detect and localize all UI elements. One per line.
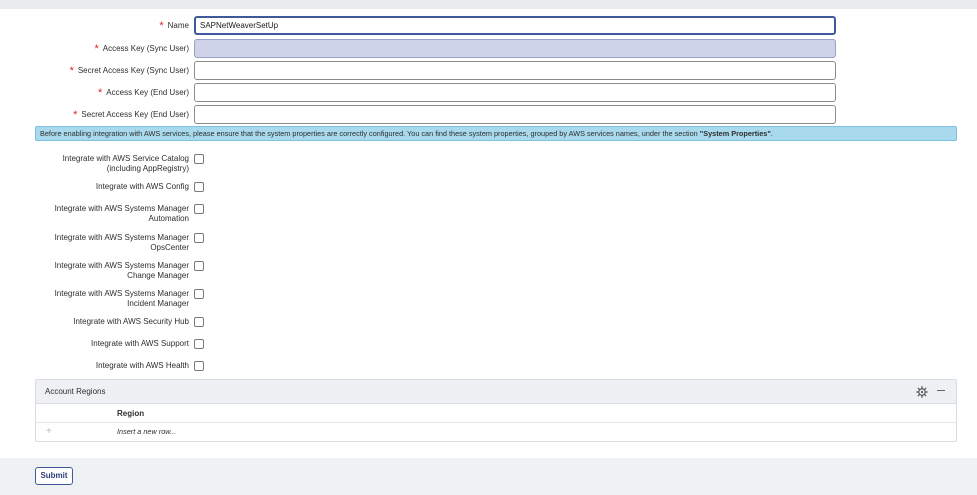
security-hub-checkbox[interactable] — [194, 317, 204, 327]
ssm-incident-manager-checkbox[interactable] — [194, 289, 204, 299]
required-marker: * — [73, 109, 78, 121]
name-input[interactable] — [194, 16, 836, 35]
integration-label: Integrate with AWS Support — [91, 339, 189, 348]
required-marker: * — [94, 43, 99, 55]
health-checkbox[interactable] — [194, 361, 204, 371]
integration-label: Integrate with AWS Systems Manager Automa… — [54, 204, 189, 223]
access-key-sync-label: * Access Key (Sync User) — [94, 43, 189, 55]
form-footer — [0, 458, 977, 495]
config-checkbox[interactable] — [194, 182, 204, 192]
required-marker: * — [98, 87, 103, 99]
ssm-change-manager-checkbox[interactable] — [194, 261, 204, 271]
column-header-row: Region — [36, 404, 956, 423]
required-marker: * — [159, 20, 164, 32]
required-marker: * — [69, 65, 74, 77]
top-bar — [0, 0, 977, 9]
integration-label: Integrate with AWS Systems Manager Change… — [54, 261, 189, 280]
gear-icon[interactable] — [916, 386, 928, 398]
access-key-sync-input[interactable] — [194, 39, 836, 58]
integration-label: Integrate with AWS Config — [95, 182, 189, 191]
field-row-access-key-end: * Access Key (End User) — [0, 83, 977, 102]
integration-label: Integrate with AWS Service Catalog (inclu… — [62, 154, 189, 173]
access-key-end-label: * Access Key (End User) — [98, 87, 189, 99]
integration-label: Integrate with AWS Health — [95, 361, 189, 370]
integration-label: Integrate with AWS Systems Manager Incide… — [54, 289, 189, 308]
access-key-end-input[interactable] — [194, 83, 836, 102]
integration-label: Integrate with AWS Security Hub — [73, 317, 189, 326]
field-row-secret-key-sync: * Secret Access Key (Sync User) — [0, 61, 977, 80]
insert-row[interactable]: + Insert a new row... — [36, 423, 956, 441]
related-list-header: Account Regions — [36, 380, 956, 404]
column-header-region[interactable]: Region — [117, 404, 144, 423]
service-catalog-checkbox[interactable] — [194, 154, 204, 164]
field-row-secret-key-end: * Secret Access Key (End User) — [0, 105, 977, 124]
submit-button[interactable]: Submit — [35, 467, 73, 485]
integration-label: Integrate with AWS Systems Manager OpsCen… — [54, 233, 189, 252]
insert-new-row-label[interactable]: Insert a new row... — [117, 423, 176, 441]
ssm-automation-checkbox[interactable] — [194, 204, 204, 214]
collapse-icon[interactable] — [937, 390, 945, 391]
secret-key-sync-label: * Secret Access Key (Sync User) — [69, 65, 189, 77]
secret-key-end-label: * Secret Access Key (End User) — [73, 109, 189, 121]
ssm-opscenter-checkbox[interactable] — [194, 233, 204, 243]
related-list-title: Account Regions — [45, 387, 106, 396]
secret-key-end-input[interactable] — [194, 105, 836, 124]
field-row-access-key-sync: * Access Key (Sync User) — [0, 39, 977, 58]
info-banner: Before enabling integration with AWS ser… — [35, 126, 957, 141]
field-row-name: * Name — [0, 16, 977, 35]
name-label: * Name — [159, 20, 189, 32]
secret-key-sync-input[interactable] — [194, 61, 836, 80]
add-icon[interactable]: + — [46, 423, 52, 441]
account-regions-list: Account Regions Region + Insert a new ro… — [35, 379, 957, 442]
support-checkbox[interactable] — [194, 339, 204, 349]
